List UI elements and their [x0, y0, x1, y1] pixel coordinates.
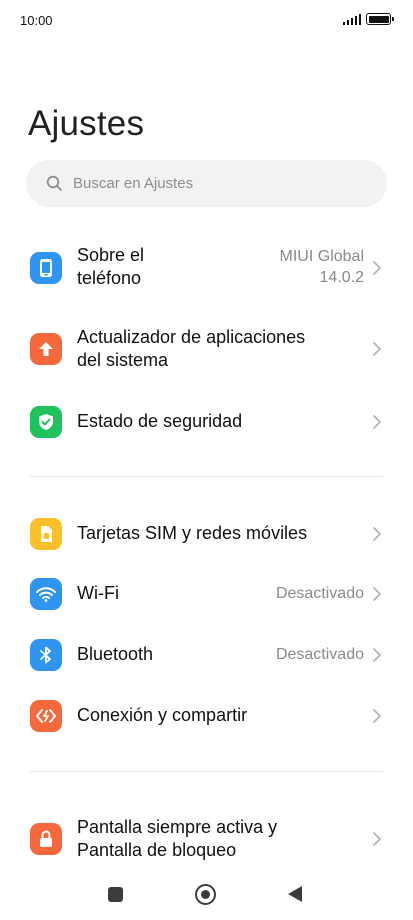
chevron-right-icon	[373, 648, 381, 662]
settings-item-connection-sharing[interactable]: Conexión y compartir	[0, 699, 413, 733]
settings-item-label: Estado de seguridad	[77, 411, 243, 431]
chevron-right-icon	[373, 261, 381, 275]
chevron-right-icon	[373, 527, 381, 541]
chevron-right-icon	[373, 709, 381, 723]
recents-icon[interactable]	[108, 887, 123, 902]
settings-item-label: Conexión y compartir	[77, 705, 248, 725]
settings-item-label: Actualizador de aplicaciones del sistema	[77, 327, 306, 370]
settings-item-bluetooth[interactable]: Bluetooth Desactivado	[0, 638, 413, 672]
settings-item-label: Tarjetas SIM y redes móviles	[77, 523, 308, 543]
home-icon[interactable]	[195, 884, 216, 905]
arrow-up-icon	[30, 333, 62, 365]
settings-item-label: Sobre el teléfono	[77, 245, 145, 288]
status-time: 10:00	[20, 13, 53, 28]
chevron-right-icon	[373, 587, 381, 601]
settings-item-value: Desactivado	[275, 585, 364, 602]
settings-item-label: Wi-Fi	[77, 583, 119, 603]
settings-item-app-updater[interactable]: Actualizador de aplicaciones del sistema	[0, 326, 413, 372]
settings-item-label: Pantalla siempre activa y Pantalla de bl…	[77, 817, 278, 860]
settings-item-wifi[interactable]: Wi-Fi Desactivado	[0, 577, 413, 611]
settings-item-about-phone[interactable]: Sobre el teléfono MIUI Global 14.0.2	[0, 243, 413, 293]
settings-item-value: Desactivado	[275, 646, 364, 663]
search-input[interactable]	[73, 175, 353, 192]
settings-item-value: MIUI Global 14.0.2	[279, 248, 364, 286]
section-divider	[30, 476, 383, 477]
shield-check-icon	[30, 406, 62, 438]
section-divider	[30, 771, 383, 772]
wifi-icon	[30, 578, 62, 610]
battery-icon	[366, 13, 394, 25]
lock-icon	[30, 823, 62, 855]
search-icon	[46, 175, 62, 191]
settings-item-security-status[interactable]: Estado de seguridad	[0, 405, 413, 439]
settings-item-sim-cards[interactable]: Tarjetas SIM y redes móviles	[0, 517, 413, 551]
chevron-right-icon	[373, 832, 381, 846]
share-icon	[30, 700, 62, 732]
navigation-bar	[0, 876, 413, 916]
settings-item-label: Bluetooth	[77, 644, 154, 664]
search-bar[interactable]	[26, 160, 387, 207]
status-icons	[342, 13, 394, 25]
sim-card-icon	[30, 518, 62, 550]
phone-icon	[30, 252, 62, 284]
chevron-right-icon	[373, 415, 381, 429]
page-title: Ajustes	[28, 104, 145, 143]
status-bar: 10:00	[0, 0, 413, 40]
bluetooth-icon	[30, 639, 62, 671]
back-icon[interactable]	[288, 886, 302, 902]
signal-icon	[342, 13, 361, 25]
chevron-right-icon	[373, 342, 381, 356]
settings-item-lock-screen[interactable]: Pantalla siempre activa y Pantalla de bl…	[0, 816, 413, 862]
